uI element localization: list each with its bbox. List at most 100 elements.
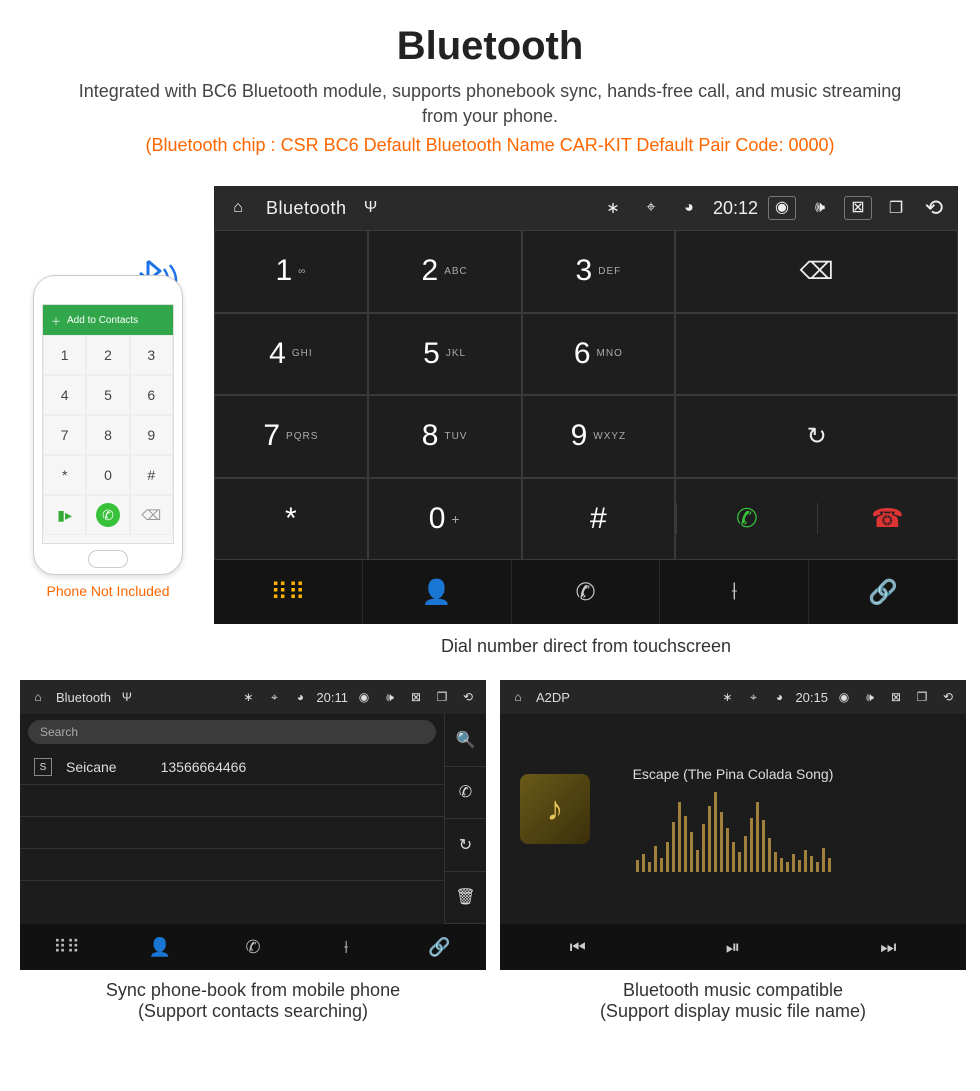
screenshot-icon[interactable]: ◉: [834, 690, 854, 704]
tab-recent[interactable]: ✆: [206, 924, 299, 970]
page-description: Integrated with BC6 Bluetooth module, su…: [0, 69, 980, 129]
bluetooth-icon: ∗: [599, 198, 627, 218]
bluetooth-tab-icon: ⟊: [731, 578, 737, 606]
bottom-tabs: ⠿⠿ 👤 ✆ ⟊ 🔗: [214, 560, 958, 624]
album-art: ♪: [520, 774, 590, 844]
key-1[interactable]: 1∞: [214, 230, 368, 313]
usb-icon: Ψ: [117, 690, 137, 704]
tab-bluetooth[interactable]: ⟊: [300, 924, 393, 970]
status-time: 20:12: [713, 198, 758, 219]
home-icon[interactable]: ⌂: [28, 690, 48, 704]
location-icon: ⌖: [743, 690, 763, 705]
caption-contacts: Sync phone-book from mobile phone (Suppo…: [20, 980, 486, 1022]
side-delete[interactable]: 🗑: [444, 872, 486, 925]
volume-icon[interactable]: 🕪: [806, 199, 834, 217]
dial-pad: 1∞ 2ABC 3DEF 4GHI 5JKL 6MNO 7PQRS 8TUV 9…: [214, 230, 675, 560]
person-icon: 👤: [422, 578, 452, 607]
video-icon: ▮▸: [57, 507, 72, 524]
tab-keypad[interactable]: ⠿⠿: [20, 924, 113, 970]
refresh-button[interactable]: ↻: [675, 395, 958, 478]
location-icon: ⌖: [637, 199, 665, 217]
search-input[interactable]: Search: [28, 720, 436, 744]
recents-icon[interactable]: ❐: [882, 198, 910, 218]
phone-keypad: 123 456 789 *0# ▮▸ ✆ ⌫: [43, 335, 173, 535]
key-hash[interactable]: #: [522, 478, 676, 561]
recents-icon[interactable]: ❐: [432, 690, 452, 704]
tab-contacts[interactable]: 👤: [113, 924, 206, 970]
key-9[interactable]: 9WXYZ: [522, 395, 676, 478]
tab-pair[interactable]: 🔗: [393, 924, 486, 970]
side-refresh[interactable]: ↻: [444, 819, 486, 872]
track-title: Escape (The Pina Colada Song): [633, 766, 834, 782]
tab-bluetooth[interactable]: ⟊: [660, 560, 809, 624]
call-icon: ✆: [96, 503, 120, 527]
side-search[interactable]: 🔍: [444, 714, 486, 767]
plus-icon: ＋: [51, 313, 61, 328]
home-icon[interactable]: ⌂: [508, 690, 528, 704]
backspace-button[interactable]: ⌫: [675, 230, 958, 313]
back-icon[interactable]: ⟲: [920, 195, 948, 221]
contact-initial-badge: S: [34, 758, 52, 776]
headunit-dialer: ⌂ Bluetooth Ψ ∗ ⌖ ◕ 20:12 ◉ 🕪 ⊠ ❐ ⟲ 1∞ 2…: [214, 186, 958, 624]
link-icon: 🔗: [868, 578, 898, 607]
key-4[interactable]: 4GHI: [214, 313, 368, 396]
key-2[interactable]: 2ABC: [368, 230, 522, 313]
tab-contacts[interactable]: 👤: [363, 560, 512, 624]
key-8[interactable]: 8TUV: [368, 395, 522, 478]
close-icon[interactable]: ⊠: [844, 196, 872, 220]
wifi-icon: ◕: [290, 690, 310, 704]
contact-name: Seicane: [66, 759, 117, 775]
volume-icon[interactable]: 🕪: [860, 690, 880, 705]
volume-icon[interactable]: 🕪: [380, 690, 400, 705]
side-call[interactable]: ✆: [444, 767, 486, 820]
tab-recent[interactable]: ✆: [512, 560, 661, 624]
statusbar-music: ⌂ A2DP ∗ ⌖ ◕ 20:15 ◉ 🕪 ⊠ ❐ ⟲: [500, 680, 966, 714]
contact-row[interactable]: S Seicane 13566664466: [20, 750, 444, 785]
tab-pair[interactable]: 🔗: [809, 560, 958, 624]
close-icon[interactable]: ⊠: [406, 690, 426, 704]
prev-button[interactable]: ⏮: [500, 924, 655, 970]
phone-header-label: Add to Contacts: [67, 315, 138, 326]
keypad-icon: ⠿⠿: [270, 578, 305, 607]
usb-icon: Ψ: [357, 199, 385, 217]
wifi-icon: ◕: [769, 690, 789, 704]
key-5[interactable]: 5JKL: [368, 313, 522, 396]
next-button[interactable]: ⏭: [811, 924, 966, 970]
recents-icon[interactable]: ❐: [912, 690, 932, 704]
close-icon[interactable]: ⊠: [886, 690, 906, 704]
play-button[interactable]: ⏯: [655, 924, 810, 970]
screenshot-icon[interactable]: ◉: [768, 196, 796, 220]
phone-home-button: [88, 550, 128, 568]
key-3[interactable]: 3DEF: [522, 230, 676, 313]
key-star[interactable]: *: [214, 478, 368, 561]
screenshot-icon[interactable]: ◉: [354, 690, 374, 704]
page-specs: (Bluetooth chip : CSR BC6 Default Blueto…: [0, 129, 980, 170]
phone-mockup: ＋ Add to Contacts 123 456 789 *0# ▮▸ ✆ ⌫…: [18, 275, 198, 599]
empty-cell: [675, 313, 958, 396]
home-icon[interactable]: ⌂: [224, 199, 252, 217]
tab-keypad[interactable]: ⠿⠿: [214, 560, 363, 624]
wifi-icon: ◕: [675, 199, 703, 217]
contact-number: 13566664466: [161, 759, 247, 775]
back-icon[interactable]: ⟲: [458, 690, 478, 704]
key-7[interactable]: 7PQRS: [214, 395, 368, 478]
key-6[interactable]: 6MNO: [522, 313, 676, 396]
statusbar: ⌂ Bluetooth Ψ ∗ ⌖ ◕ 20:12 ◉ 🕪 ⊠ ❐ ⟲: [214, 186, 958, 230]
call-button[interactable]: ✆: [676, 503, 816, 534]
caption-dialer: Dial number direct from touchscreen: [214, 636, 958, 657]
empty-row: [20, 849, 444, 881]
visualizer: [583, 792, 883, 872]
page-title: Bluetooth: [0, 0, 980, 69]
back-icon[interactable]: ⟲: [938, 690, 958, 704]
key-0[interactable]: 0+: [368, 478, 522, 561]
bluetooth-icon: ∗: [717, 690, 737, 704]
headunit-contacts: ⌂ Bluetooth Ψ ∗ ⌖ ◕ 20:11 ◉ 🕪 ⊠ ❐ ⟲ Sear…: [20, 680, 486, 970]
statusbar-contacts: ⌂ Bluetooth Ψ ∗ ⌖ ◕ 20:11 ◉ 🕪 ⊠ ❐ ⟲: [20, 680, 486, 714]
hangup-button[interactable]: ☎: [817, 503, 957, 534]
phone-header: ＋ Add to Contacts: [43, 305, 173, 335]
bluetooth-icon: ∗: [238, 690, 258, 704]
phone-note: Phone Not Included: [18, 583, 198, 599]
empty-row: [20, 785, 444, 817]
phone-icon: ✆: [575, 578, 595, 607]
status-title: Bluetooth: [266, 198, 347, 219]
